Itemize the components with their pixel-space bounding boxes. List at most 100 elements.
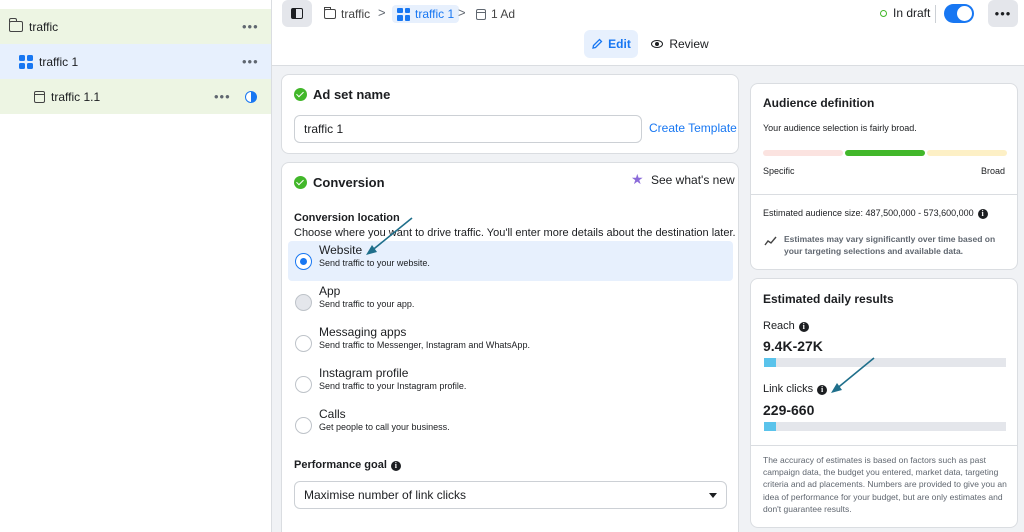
reach-bar <box>764 358 1006 367</box>
card-title: Estimated daily results <box>763 292 894 306</box>
conversion-card: Conversion ★ See what's new Conversion l… <box>281 162 739 532</box>
star-icon: ★ <box>631 171 644 187</box>
trend-line-icon <box>764 236 777 246</box>
status-label: In draft <box>893 6 931 20</box>
radio-website[interactable] <box>295 253 312 270</box>
option-description: Send traffic to your app. <box>319 299 415 309</box>
breadcrumb-label: traffic 1 <box>415 7 455 21</box>
audience-meter-specific-segment <box>763 150 843 156</box>
reach-label: Reach i <box>763 320 809 332</box>
performance-goal-label: Performance goal i <box>294 459 401 471</box>
audience-meter-broad-segment <box>927 150 1007 156</box>
link-clicks-label-text: Link clicks <box>763 383 814 395</box>
more-options-icon[interactable]: ••• <box>214 89 231 104</box>
chevron-down-icon <box>709 492 717 498</box>
breadcrumb-ad-set[interactable]: traffic 1 <box>392 5 460 23</box>
breadcrumb-label: 1 Ad <box>491 7 516 21</box>
folder-icon <box>323 7 336 19</box>
radio-messaging-apps[interactable] <box>295 335 312 352</box>
tree-item-ad[interactable]: traffic 1.1 ••• <box>0 79 271 114</box>
performance-goal-value: Maximise number of link clicks <box>304 488 467 502</box>
edit-mode-button[interactable]: Edit <box>584 30 638 58</box>
option-label: Instagram profile <box>319 366 409 380</box>
sidebar-panel-icon <box>291 8 303 19</box>
option-app[interactable]: App Send traffic to your app. <box>288 282 733 322</box>
audience-size-text: Estimated audience size: 487,500,000 - 5… <box>763 208 974 218</box>
pencil-icon <box>592 38 603 49</box>
performance-goal-select[interactable]: Maximise number of link clicks <box>294 481 727 509</box>
radio-app[interactable] <box>295 294 312 311</box>
editor-top-bar: traffic > traffic 1 > 1 Ad In draft ••• … <box>272 0 1024 66</box>
see-whats-new-link[interactable]: See what's new <box>651 173 735 187</box>
tree-item-ad-set[interactable]: traffic 1 ••• <box>0 44 271 79</box>
breadcrumb-ad[interactable]: 1 Ad <box>476 5 515 23</box>
audience-meter-selected-segment <box>845 150 925 156</box>
meter-label-specific: Specific <box>763 166 795 176</box>
option-description: Get people to call your business. <box>319 422 450 432</box>
breadcrumb-separator: > <box>458 5 466 20</box>
more-options-icon[interactable]: ••• <box>242 19 259 34</box>
ad-set-grid-icon <box>397 7 410 21</box>
half-circle-status-icon <box>245 90 257 103</box>
status-dot-icon <box>880 9 887 17</box>
create-template-link[interactable]: Create Template <box>649 121 737 135</box>
conversion-location-description: Choose where you want to drive traffic. … <box>294 227 736 239</box>
option-label: Messaging apps <box>319 325 407 339</box>
reach-value: 9.4K-27K <box>763 338 823 354</box>
tree-item-label: traffic 1 <box>39 54 79 69</box>
complete-check-icon <box>294 88 307 101</box>
radio-instagram-profile[interactable] <box>295 376 312 393</box>
breadcrumb-label: traffic <box>341 7 371 21</box>
ad-set-name-card: Ad set name Create Template <box>281 74 739 154</box>
ad-set-grid-icon <box>19 54 33 69</box>
ad-icon <box>34 90 45 103</box>
option-label: Website <box>319 243 363 257</box>
divider <box>751 194 1017 195</box>
review-mode-button[interactable]: Review <box>648 30 712 58</box>
option-instagram-profile[interactable]: Instagram profile Send traffic to your I… <box>288 364 733 404</box>
edit-label: Edit <box>608 37 631 51</box>
folder-icon <box>8 18 23 32</box>
tree-item-label: traffic <box>29 19 59 34</box>
option-calls[interactable]: Calls Get people to call your business. <box>288 405 733 445</box>
more-options-icon[interactable]: ••• <box>242 54 259 69</box>
breadcrumb-campaign[interactable]: traffic <box>323 5 371 23</box>
complete-check-icon <box>294 176 307 189</box>
option-description: Send traffic to Messenger, Instagram and… <box>319 340 530 350</box>
audience-definition-card: Audience definition Your audience select… <box>750 83 1018 270</box>
info-icon[interactable]: i <box>390 461 401 471</box>
tree-item-label: traffic 1.1 <box>51 89 101 104</box>
option-label: App <box>319 284 341 298</box>
ad-set-on-off-toggle[interactable] <box>944 4 974 23</box>
card-title: Conversion <box>313 175 385 190</box>
ad-set-name-input[interactable] <box>294 115 642 143</box>
option-label: Calls <box>319 407 346 421</box>
option-description: Send traffic to your Instagram profile. <box>319 381 467 391</box>
eye-icon <box>651 40 664 48</box>
info-icon[interactable]: i <box>798 322 809 332</box>
estimate-variance-note: Estimates may vary significantly over ti… <box>784 234 996 256</box>
tree-item-campaign[interactable]: traffic ••• <box>0 9 271 44</box>
breadcrumb-separator: > <box>378 5 386 20</box>
radio-calls[interactable] <box>295 417 312 434</box>
card-title: Audience definition <box>763 96 875 110</box>
option-messaging-apps[interactable]: Messaging apps Send traffic to Messenger… <box>288 323 733 363</box>
toggle-sidebar-button[interactable] <box>282 0 312 27</box>
estimate-disclaimer: The accuracy of estimates is based on fa… <box>763 455 1007 514</box>
link-clicks-value: 229-660 <box>763 402 815 418</box>
link-clicks-bar-fill <box>764 422 777 431</box>
option-description: Send traffic to your website. <box>319 258 430 268</box>
info-icon[interactable]: i <box>817 385 828 395</box>
option-website[interactable]: Website Send traffic to your website. <box>288 241 733 281</box>
review-label: Review <box>669 37 709 51</box>
ad-icon <box>476 8 486 20</box>
meter-label-broad: Broad <box>980 166 1005 176</box>
conversion-location-label: Conversion location <box>294 212 400 224</box>
info-icon[interactable]: i <box>977 209 988 219</box>
audience-summary: Your audience selection is fairly broad. <box>763 123 917 133</box>
more-actions-button[interactable]: ••• <box>988 0 1018 27</box>
divider <box>935 5 936 23</box>
estimated-audience-size: Estimated audience size: 487,500,000 - 5… <box>763 208 988 219</box>
performance-goal-text: Performance goal <box>294 459 387 471</box>
link-clicks-label: Link clicks i <box>763 383 828 395</box>
